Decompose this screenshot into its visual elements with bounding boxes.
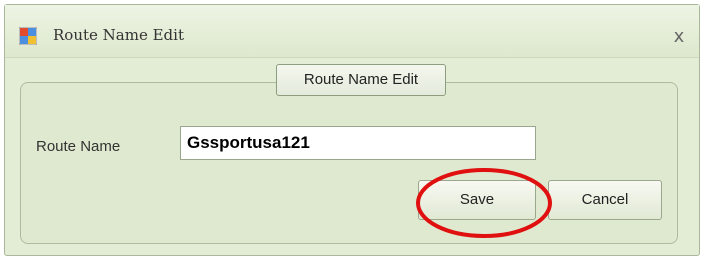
save-button[interactable]: Save bbox=[418, 180, 536, 220]
close-icon[interactable]: x bbox=[669, 27, 689, 47]
cancel-button[interactable]: Cancel bbox=[548, 180, 662, 220]
route-name-input[interactable] bbox=[180, 126, 536, 160]
window-title: Route Name Edit bbox=[53, 26, 184, 44]
window-grid-icon bbox=[19, 27, 37, 45]
title-bar: Route Name Edit x bbox=[5, 5, 699, 58]
route-name-label: Route Name bbox=[36, 138, 121, 155]
group-title: Route Name Edit bbox=[276, 64, 446, 96]
